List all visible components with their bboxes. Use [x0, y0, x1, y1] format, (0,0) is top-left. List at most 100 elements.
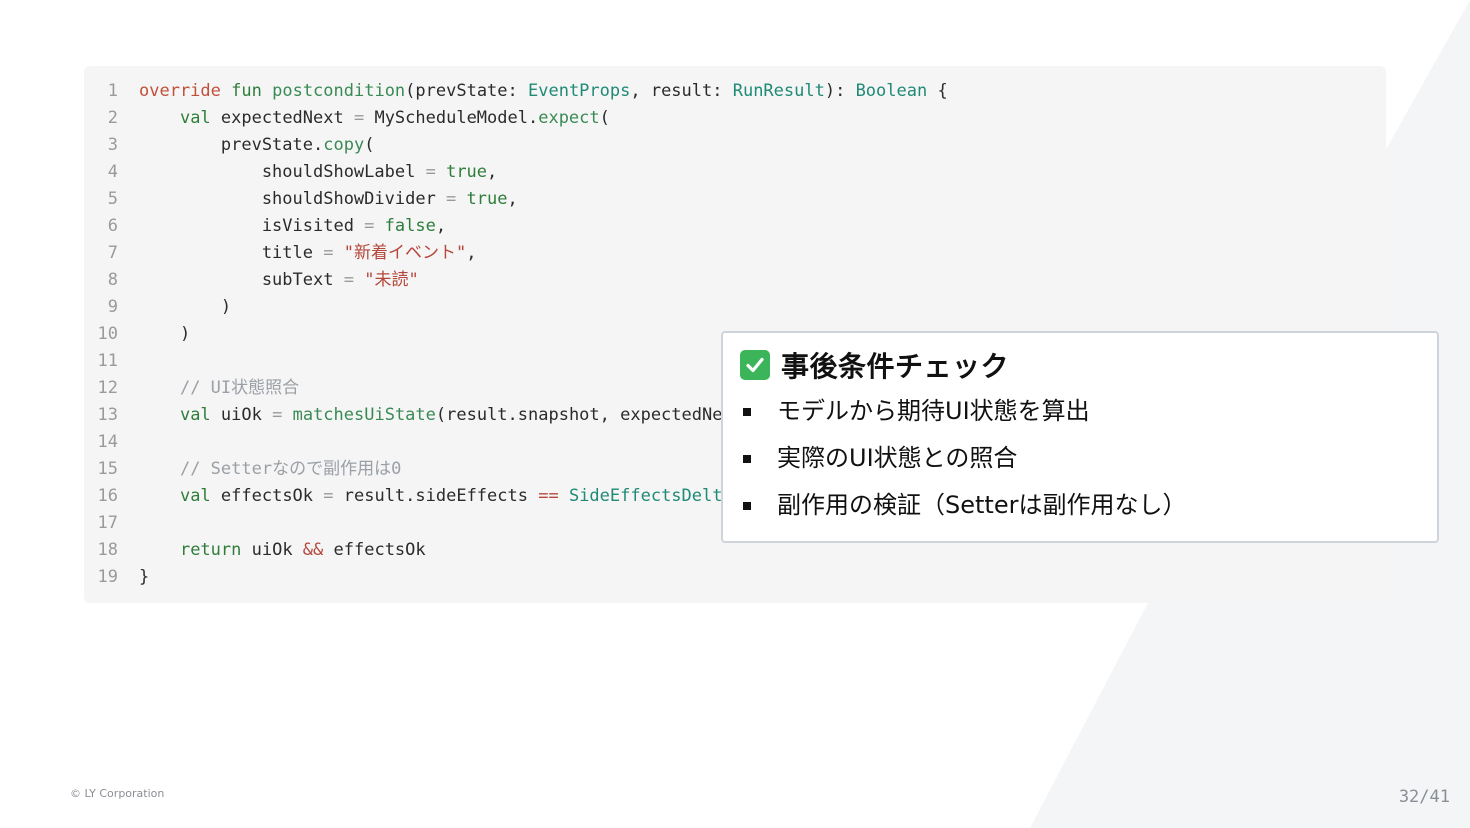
- line-number: 18: [97, 540, 118, 560]
- code-text: title = "新着イベント",: [139, 241, 477, 265]
- line-number: 17: [97, 513, 118, 533]
- code-token: "新着イベント": [343, 243, 467, 263]
- code-token: =: [364, 216, 375, 236]
- line-number: 8: [107, 270, 118, 290]
- code-token: =: [323, 486, 334, 506]
- line-number: 4: [107, 162, 118, 182]
- code-token: RunResult: [732, 81, 825, 101]
- code-token: MyScheduleModel.: [364, 108, 539, 128]
- code-token: effectsOk: [323, 540, 426, 560]
- line-number: 19: [97, 567, 118, 587]
- code-token: prevState.: [139, 135, 324, 155]
- code-token: expectedNext: [210, 108, 354, 128]
- callout-header: 事後条件チェック: [740, 345, 1009, 385]
- code-token: val: [179, 486, 211, 506]
- code-text: }: [139, 565, 149, 589]
- code-line: 3 prevState.copy(: [84, 133, 1386, 160]
- line-number: 7: [107, 243, 118, 263]
- code-token: uiOk: [210, 405, 273, 425]
- code-token: (: [599, 108, 610, 128]
- line-number: 15: [97, 459, 118, 479]
- line-number: 13: [97, 405, 118, 425]
- code-token: return: [179, 540, 242, 560]
- code-token: val: [179, 108, 211, 128]
- footer-copyright: © LY Corporation: [70, 787, 165, 800]
- bullet-text: モデルから期待UI状態を算出: [777, 397, 1090, 425]
- code-token: ,: [507, 189, 518, 209]
- line-number: 6: [107, 216, 118, 236]
- code-text: isVisited = false,: [139, 214, 446, 238]
- code-token: ,: [487, 162, 498, 182]
- code-text: prevState.copy(: [139, 133, 375, 157]
- code-token: title: [139, 243, 324, 263]
- check-mark-icon: [740, 350, 770, 380]
- code-text: shouldShowDivider = true,: [139, 187, 518, 211]
- code-text: override fun postcondition(prevState: Ev…: [139, 79, 948, 103]
- code-line: 8 subText = "未読": [84, 268, 1386, 295]
- code-text: // UI状態照合: [139, 376, 299, 400]
- code-line: 7 title = "新着イベント",: [84, 241, 1386, 268]
- code-token: result.sideEffects: [333, 486, 539, 506]
- code-token: (: [364, 135, 375, 155]
- code-token: postcondition: [272, 81, 406, 101]
- code-token: ,: [435, 216, 447, 236]
- line-number: 12: [97, 378, 118, 398]
- code-token: ): [139, 324, 191, 344]
- code-text: ): [139, 322, 190, 346]
- code-token: }: [139, 567, 150, 587]
- postcondition-callout: 事後条件チェック モデルから期待UI状態を算出 実際のUI状態との照合 副作用の…: [721, 331, 1439, 543]
- code-token: =: [446, 189, 457, 209]
- callout-bullet-list: モデルから期待UI状態を算出 実際のUI状態との照合 副作用の検証（Setter…: [741, 391, 1186, 532]
- code-token: // Setterなので副作用は0: [179, 459, 402, 479]
- bullet-text: 副作用の検証（Setterは副作用なし）: [777, 491, 1187, 519]
- code-text: shouldShowLabel = true,: [139, 160, 497, 184]
- code-token: =: [425, 162, 436, 182]
- code-token: , result:: [630, 81, 733, 101]
- code-token: true: [466, 189, 508, 209]
- line-number: 16: [97, 486, 118, 506]
- code-token: (result.snapshot, expectedNext): [435, 405, 754, 425]
- code-token: Boolean: [855, 81, 928, 101]
- code-text: ): [139, 295, 231, 319]
- code-line: 4 shouldShowLabel = true,: [84, 160, 1386, 187]
- code-line: 2 val expectedNext = MyScheduleModel.exp…: [84, 106, 1386, 133]
- code-token: =: [343, 270, 354, 290]
- code-token: "未読": [364, 270, 419, 290]
- line-number: 1: [107, 81, 118, 101]
- page-number: 32/41: [1398, 787, 1450, 807]
- code-token: fun: [231, 81, 262, 101]
- code-token: EventProps: [528, 81, 631, 101]
- code-token: shouldShowDivider: [139, 189, 447, 209]
- code-text: val uiOk = matchesUiState(result.snapsho…: [139, 403, 753, 427]
- bullet-item: 副作用の検証（Setterは副作用なし）: [741, 485, 1186, 532]
- code-text: subText = "未読": [139, 268, 419, 292]
- code-text: val expectedNext = MyScheduleModel.expec…: [139, 106, 610, 130]
- code-token: (prevState:: [405, 81, 528, 101]
- code-line: 5 shouldShowDivider = true,: [84, 187, 1386, 214]
- bullet-item: モデルから期待UI状態を算出: [741, 391, 1186, 438]
- code-line: 1 override fun postcondition(prevState: E…: [84, 79, 1386, 106]
- code-token: // UI状態照合: [179, 378, 300, 398]
- code-token: ): [139, 297, 232, 317]
- code-token: subText: [139, 270, 344, 290]
- code-token: ):: [824, 81, 856, 101]
- code-token: ==: [538, 486, 559, 506]
- code-token: override: [139, 81, 221, 101]
- line-number: 5: [107, 189, 118, 209]
- code-token: matchesUiState: [292, 405, 436, 425]
- code-token: =: [323, 243, 334, 263]
- code-text: val effectsOk = result.sideEffects == Si…: [139, 484, 753, 508]
- code-text: // Setterなので副作用は0: [139, 457, 401, 481]
- code-token: =: [272, 405, 283, 425]
- line-number: 10: [97, 324, 118, 344]
- code-token: true: [446, 162, 488, 182]
